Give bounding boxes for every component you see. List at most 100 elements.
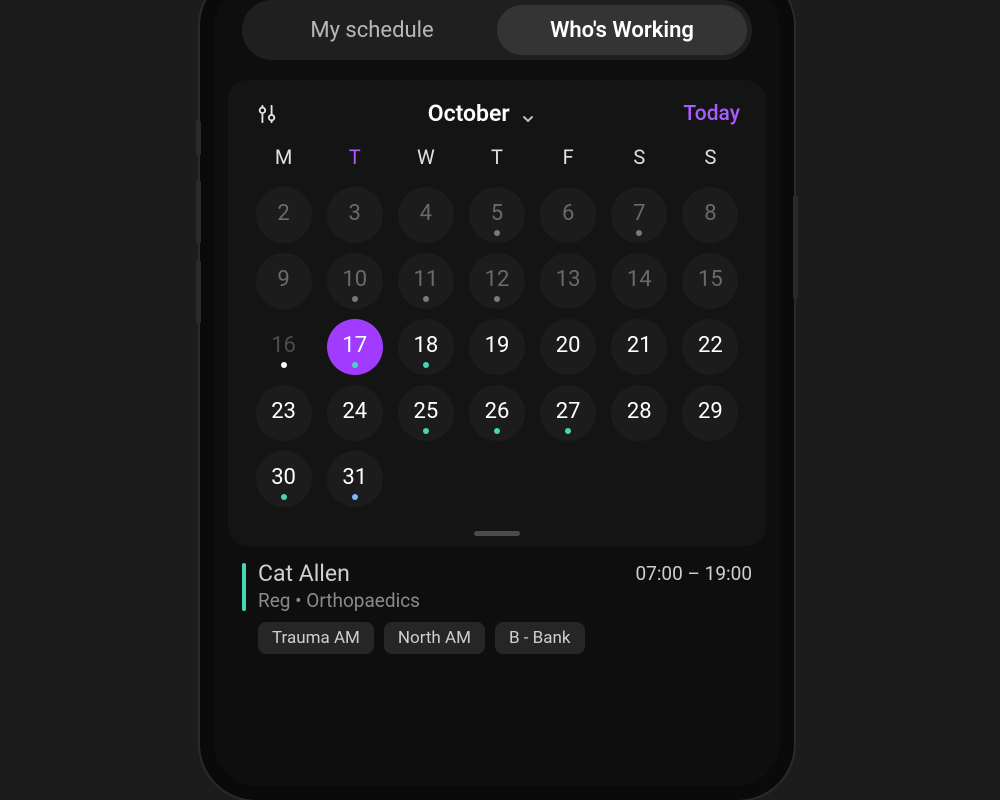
- view-segmented-control: My scheduleWho's Working: [242, 0, 752, 60]
- calendar-grid: 2345678910111213141516171819202122232425…: [244, 187, 750, 507]
- calendar-day-number: 8: [704, 203, 716, 225]
- side-button: [196, 260, 201, 324]
- calendar-day-number: 7: [633, 203, 645, 225]
- calendar-day[interactable]: 17: [327, 319, 383, 375]
- calendar-day-number: 25: [413, 401, 438, 423]
- calendar-day-number: 13: [556, 269, 581, 291]
- calendar-day[interactable]: 14: [611, 253, 667, 309]
- event-dot-icon: [494, 428, 500, 434]
- shift-time: 07:00 – 19:00: [635, 562, 752, 585]
- calendar-day[interactable]: 13: [540, 253, 596, 309]
- calendar-card: October Today MTWTFSS 234567891011121314…: [228, 80, 766, 546]
- month-picker[interactable]: October: [428, 100, 536, 127]
- calendar-day-number: 22: [698, 335, 723, 357]
- calendar-day[interactable]: 27: [540, 385, 596, 441]
- calendar-day-number: 15: [698, 269, 723, 291]
- calendar-day-number: 17: [342, 335, 367, 357]
- calendar-day-number: 31: [342, 467, 367, 489]
- calendar-day[interactable]: 30: [256, 451, 312, 507]
- calendar-day[interactable]: 15: [682, 253, 738, 309]
- calendar-day[interactable]: 28: [611, 385, 667, 441]
- calendar-day[interactable]: 29: [682, 385, 738, 441]
- calendar-day[interactable]: 7: [611, 187, 667, 243]
- event-dot-icon: [281, 494, 287, 500]
- calendar-day[interactable]: 23: [256, 385, 312, 441]
- side-button: [793, 195, 798, 299]
- screen: My scheduleWho's Working October: [214, 0, 780, 786]
- weekday-header: MTWTFSS: [244, 145, 750, 169]
- calendar-day-number: 2: [277, 203, 289, 225]
- calendar-day-number: 16: [271, 335, 296, 357]
- calendar-day-number: 3: [349, 203, 361, 225]
- calendar-day[interactable]: 5: [469, 187, 525, 243]
- shift-chip[interactable]: B - Bank: [495, 622, 585, 654]
- tab-my-schedule[interactable]: My schedule: [247, 5, 497, 55]
- calendar-day-number: 26: [485, 401, 510, 423]
- calendar-day[interactable]: 31: [327, 451, 383, 507]
- calendar-day[interactable]: 24: [327, 385, 383, 441]
- month-label: October: [428, 100, 510, 127]
- calendar-day[interactable]: 6: [540, 187, 596, 243]
- shift-person-name: Cat Allen: [258, 560, 420, 587]
- calendar-day-number: 6: [562, 203, 574, 225]
- calendar-day-number: 4: [420, 203, 432, 225]
- calendar-day[interactable]: 10: [327, 253, 383, 309]
- weekday-label: F: [533, 145, 604, 169]
- calendar-day-number: 12: [485, 269, 510, 291]
- filter-icon[interactable]: [254, 101, 280, 127]
- event-dot-icon: [352, 296, 358, 302]
- event-dot-icon: [423, 428, 429, 434]
- event-dot-icon: [352, 362, 358, 368]
- calendar-day-number: 5: [491, 203, 503, 225]
- calendar-day-number: 24: [342, 401, 367, 423]
- calendar-day[interactable]: 11: [398, 253, 454, 309]
- chevron-down-icon: [520, 106, 536, 122]
- calendar-day[interactable]: 26: [469, 385, 525, 441]
- side-button: [196, 180, 201, 244]
- calendar-day[interactable]: 21: [611, 319, 667, 375]
- side-button: [196, 120, 201, 156]
- calendar-day-number: 10: [342, 269, 367, 291]
- phone-frame: My scheduleWho's Working October: [200, 0, 794, 800]
- calendar-day[interactable]: 4: [398, 187, 454, 243]
- event-dot-icon: [494, 296, 500, 302]
- calendar-day[interactable]: 20: [540, 319, 596, 375]
- event-dot-icon: [352, 494, 358, 500]
- calendar-day[interactable]: 9: [256, 253, 312, 309]
- calendar-day-number: 23: [271, 401, 296, 423]
- shift-card[interactable]: Cat Allen Reg • Orthopaedics 07:00 – 19:…: [242, 560, 752, 654]
- calendar-day-number: 11: [413, 269, 438, 291]
- weekday-label: W: [390, 145, 461, 169]
- tab-whos-working[interactable]: Who's Working: [497, 5, 747, 55]
- calendar-day[interactable]: 22: [682, 319, 738, 375]
- calendar-day[interactable]: 3: [327, 187, 383, 243]
- calendar-day[interactable]: 18: [398, 319, 454, 375]
- drag-handle[interactable]: [474, 531, 520, 536]
- event-dot-icon: [423, 296, 429, 302]
- shift-chip[interactable]: Trauma AM: [258, 622, 374, 654]
- shift-accent-bar: [242, 563, 246, 611]
- shift-subtitle: Reg • Orthopaedics: [258, 589, 420, 612]
- calendar-day-number: 27: [556, 401, 581, 423]
- event-dot-icon: [494, 230, 500, 236]
- calendar-day[interactable]: 25: [398, 385, 454, 441]
- calendar-day[interactable]: 8: [682, 187, 738, 243]
- weekday-label: T: [461, 145, 532, 169]
- shift-chip[interactable]: North AM: [384, 622, 485, 654]
- weekday-label: M: [248, 145, 319, 169]
- calendar-day[interactable]: 2: [256, 187, 312, 243]
- calendar-day[interactable]: 19: [469, 319, 525, 375]
- event-dot-icon: [565, 428, 571, 434]
- calendar-day[interactable]: 12: [469, 253, 525, 309]
- shift-chips: Trauma AM North AM B - Bank: [258, 622, 752, 654]
- calendar-day-number: 18: [413, 335, 438, 357]
- calendar-day-number: 14: [627, 269, 652, 291]
- today-button[interactable]: Today: [683, 102, 740, 126]
- calendar-day-number: 20: [556, 335, 581, 357]
- calendar-day-number: 29: [698, 401, 723, 423]
- calendar-day-number: 21: [627, 335, 652, 357]
- calendar-day-number: 28: [627, 401, 652, 423]
- calendar-day[interactable]: 16: [256, 319, 312, 375]
- calendar-day-number: 30: [271, 467, 296, 489]
- calendar-day-number: 19: [485, 335, 510, 357]
